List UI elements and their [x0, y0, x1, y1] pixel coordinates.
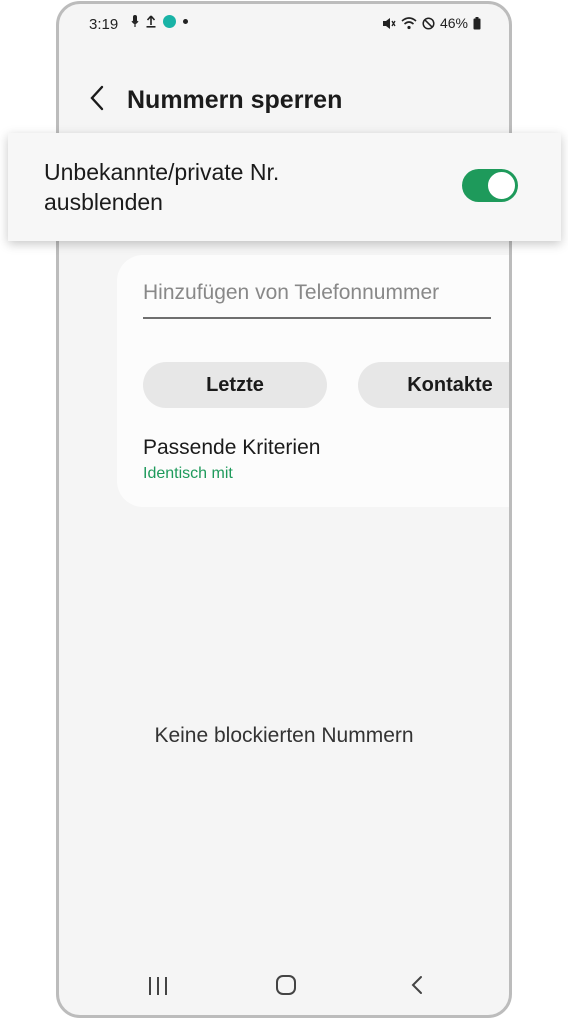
mic-icon	[131, 15, 139, 27]
do-not-disturb-icon	[422, 16, 435, 30]
nav-back-icon[interactable]	[407, 973, 427, 997]
navigation-bar	[59, 955, 509, 1015]
home-icon[interactable]	[276, 975, 296, 995]
status-bar: 3:19 46%	[59, 4, 509, 44]
battery-icon	[473, 16, 481, 29]
add-number-card: Letzte Kontakte Passende Kriterien Ident…	[117, 255, 509, 507]
toggle-knob	[487, 171, 516, 200]
match-criteria-value[interactable]: Identisch mit	[143, 465, 233, 483]
toggle-label: Unbekannte/private Nr. ausblenden	[44, 159, 280, 215]
wifi-icon	[401, 16, 417, 29]
app-notification-icon	[163, 15, 176, 28]
page-title: Nummern sperren	[127, 86, 343, 114]
empty-state-text: Keine blockierten Nummern	[154, 724, 414, 747]
status-time: 3:19	[89, 16, 119, 33]
app-header: Nummern sperren	[59, 74, 509, 124]
match-criteria-title[interactable]: Passende Kriterien	[143, 436, 320, 460]
upload-icon	[146, 15, 156, 28]
back-arrow-icon[interactable]	[83, 80, 113, 116]
recent-apps-icon[interactable]	[149, 977, 169, 995]
toggle-switch[interactable]	[462, 169, 518, 202]
status-right-icons: 46%	[382, 15, 481, 31]
phone-number-field	[143, 279, 491, 319]
contacts-button[interactable]: Kontakte	[358, 362, 509, 408]
status-left-icons	[131, 15, 188, 28]
dot-icon	[183, 19, 188, 24]
mute-icon	[382, 17, 396, 29]
hide-unknown-toggle-row[interactable]: Unbekannte/private Nr. ausblenden	[8, 133, 561, 241]
battery-percent: 46%	[439, 15, 468, 31]
phone-number-input[interactable]	[143, 281, 491, 305]
recent-button[interactable]: Letzte	[143, 362, 327, 408]
